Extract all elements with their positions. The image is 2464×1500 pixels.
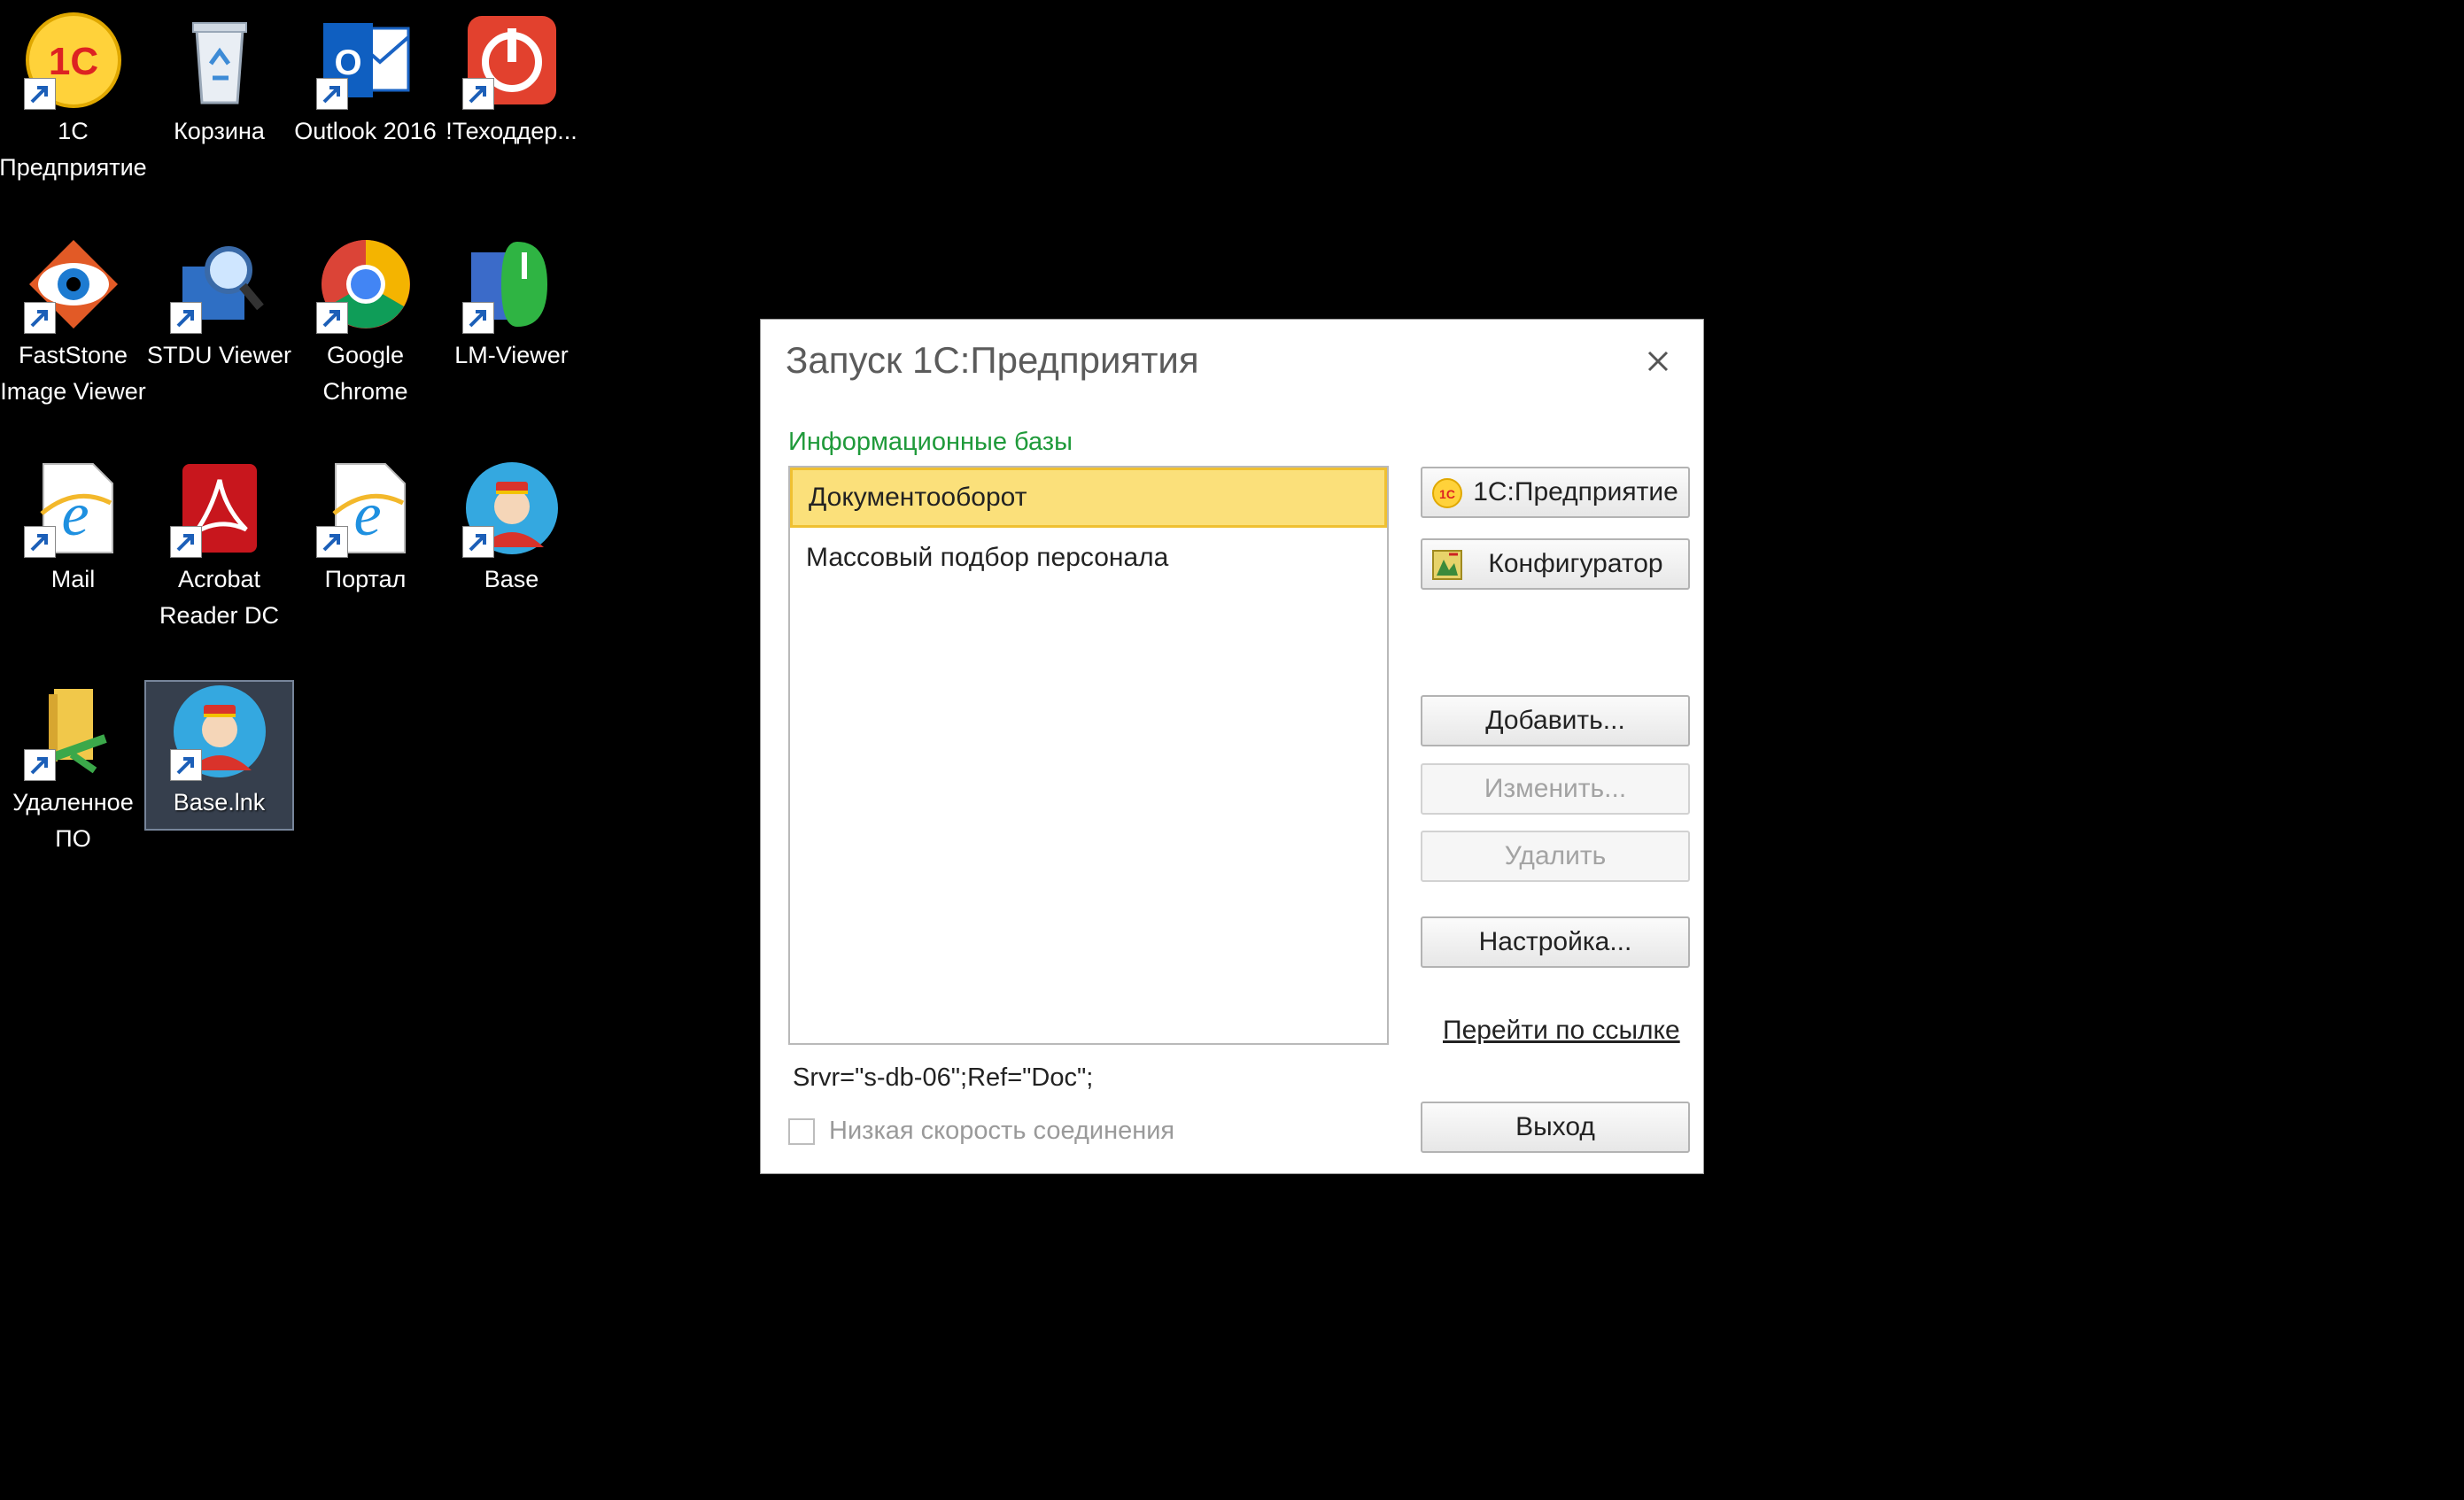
desktop-icon-base-lnk[interactable]: Base.lnk bbox=[144, 680, 294, 831]
enterprise-button-label: 1С:Предприятие bbox=[1473, 477, 1678, 506]
exit-button[interactable]: Выход bbox=[1421, 1102, 1690, 1153]
launch-1c-dialog: Запуск 1С:Предприятия Информационные баз… bbox=[760, 319, 1704, 1174]
connection-string: Srvr="s-db-06";Ref="Doc"; bbox=[793, 1063, 1094, 1092]
list-item[interactable]: Документооборот bbox=[790, 468, 1387, 528]
infobase-list[interactable]: Документооборот Массовый подбор персонал… bbox=[788, 466, 1389, 1045]
shortcut-arrow-icon bbox=[315, 526, 348, 558]
infobase-name: Массовый подбор персонала bbox=[806, 543, 1169, 572]
shortcut-arrow-icon bbox=[23, 749, 56, 781]
shortcut-arrow-icon bbox=[461, 78, 494, 110]
svg-text:e: e bbox=[353, 481, 381, 549]
desktop-icon-label: Base.lnk bbox=[173, 789, 266, 816]
desktop-icon-lm-viewer[interactable]: LM-Viewer bbox=[438, 235, 585, 374]
desktop-icon-portal[interactable]: e Портал bbox=[292, 459, 438, 598]
configurator-button[interactable]: Конфигуратор bbox=[1421, 538, 1690, 590]
svg-text:O: O bbox=[334, 43, 361, 82]
shortcut-arrow-icon bbox=[23, 78, 56, 110]
desktop-icon-mail[interactable]: e Mail bbox=[0, 459, 146, 598]
configurator-icon bbox=[1432, 550, 1462, 580]
desktop-icon-label: Mail bbox=[50, 566, 96, 592]
low-speed-checkbox[interactable] bbox=[788, 1117, 815, 1145]
ie-portal-icon: e bbox=[315, 459, 415, 558]
enterprise-button[interactable]: 1С 1С:Предприятие bbox=[1421, 467, 1690, 518]
desktop-icon-label: 1С Предприятие bbox=[0, 118, 147, 181]
list-item[interactable]: Массовый подбор персонала bbox=[790, 528, 1387, 588]
1c-icon: 1С bbox=[1432, 478, 1462, 508]
desktop-icon-remote[interactable]: Удаленное ПО bbox=[0, 682, 146, 857]
low-speed-option[interactable]: Низкая скорость соединения bbox=[788, 1117, 1174, 1146]
dialog-title: Запуск 1С:Предприятия bbox=[786, 339, 1199, 381]
ie-mail-icon: e bbox=[23, 459, 123, 558]
desktop-icon-label: Корзина bbox=[174, 118, 265, 144]
low-speed-label: Низкая скорость соединения bbox=[829, 1117, 1175, 1145]
faststone-eye-icon bbox=[23, 235, 123, 334]
lm-viewer-icon bbox=[461, 235, 562, 334]
desktop-icon-outlook[interactable]: O Outlook 2016 bbox=[292, 11, 438, 150]
shortcut-arrow-icon bbox=[23, 526, 56, 558]
desktop-icon-label: Удаленное ПО bbox=[12, 789, 134, 852]
desktop-icon-label: Портал bbox=[324, 566, 407, 592]
desktop-icon-1c[interactable]: 1С 1С Предприятие bbox=[0, 11, 147, 186]
base-bellhop-icon bbox=[461, 459, 562, 558]
desktop-icon-label: Google Chrome bbox=[322, 342, 408, 405]
shortcut-arrow-icon bbox=[169, 302, 202, 334]
desktop-icon-label: Acrobat Reader DC bbox=[159, 566, 280, 629]
desktop-icon-faststone[interactable]: FastStone Image Viewer bbox=[0, 235, 146, 410]
shortcut-arrow-icon bbox=[169, 526, 202, 558]
shortcut-arrow-icon bbox=[461, 302, 494, 334]
desktop-icon-label: LM-Viewer bbox=[454, 342, 569, 368]
desktop-icon-label: Outlook 2016 bbox=[294, 118, 437, 144]
edit-button[interactable]: Изменить... bbox=[1421, 763, 1690, 815]
support-power-icon bbox=[461, 11, 562, 110]
desktop-icon-stdu[interactable]: STDU Viewer bbox=[146, 235, 292, 374]
svg-text:e: e bbox=[61, 481, 89, 549]
desktop-icon-label: Base bbox=[484, 566, 539, 592]
configurator-button-label: Конфигуратор bbox=[1488, 549, 1663, 578]
remote-folder-icon bbox=[23, 682, 123, 781]
stdu-magnifier-icon bbox=[169, 235, 269, 334]
1c-icon: 1С bbox=[23, 11, 123, 110]
desktop-icon-base[interactable]: Base bbox=[438, 459, 585, 598]
shortcut-arrow-icon bbox=[461, 526, 494, 558]
infobase-name: Документооборот bbox=[809, 483, 1027, 512]
recycle-bin-icon bbox=[170, 11, 269, 110]
desktop-icon-label: STDU Viewer bbox=[146, 342, 292, 368]
shortcut-arrow-icon bbox=[315, 302, 348, 334]
desktop-icon-label: FastStone Image Viewer bbox=[0, 342, 146, 405]
chrome-icon bbox=[315, 235, 415, 334]
go-to-link[interactable]: Перейти по ссылке bbox=[1443, 1016, 1680, 1046]
svg-text:1С: 1С bbox=[48, 40, 97, 83]
shortcut-arrow-icon bbox=[23, 302, 56, 334]
outlook-icon: O bbox=[315, 11, 415, 110]
acrobat-icon bbox=[169, 459, 269, 558]
settings-button[interactable]: Настройка... bbox=[1421, 916, 1690, 968]
desktop-icon-support[interactable]: !Теходдер... bbox=[438, 11, 585, 150]
desktop-icon-chrome[interactable]: Google Chrome bbox=[292, 235, 438, 410]
svg-text:1С: 1С bbox=[1439, 487, 1455, 501]
delete-button[interactable]: Удалить bbox=[1421, 831, 1690, 882]
desktop-icon-recycle-bin[interactable]: Корзина bbox=[146, 11, 292, 150]
infobases-label: Информационные базы bbox=[788, 428, 1073, 456]
desktop-icon-acrobat[interactable]: Acrobat Reader DC bbox=[146, 459, 292, 634]
shortcut-arrow-icon bbox=[315, 78, 348, 110]
base-bellhop-icon bbox=[169, 682, 269, 781]
close-icon[interactable] bbox=[1643, 346, 1673, 376]
desktop-icon-label: !Теходдер... bbox=[446, 118, 577, 144]
shortcut-arrow-icon bbox=[169, 749, 202, 781]
add-button[interactable]: Добавить... bbox=[1421, 695, 1690, 746]
